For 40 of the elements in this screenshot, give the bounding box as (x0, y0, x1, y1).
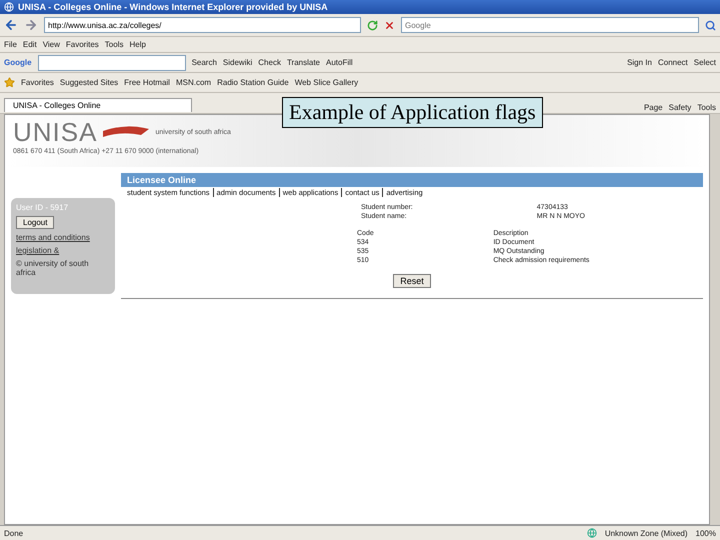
command-button[interactable]: Tools (697, 103, 716, 112)
nav-title: Licensee Online (121, 173, 703, 187)
favorites-link[interactable]: MSN.com (176, 78, 212, 87)
toolbar-button[interactable]: Translate (286, 58, 320, 67)
favorites-link[interactable]: Suggested Sites (60, 78, 118, 87)
toolbar-button[interactable]: Search (192, 58, 217, 67)
menu-item[interactable]: Favorites (66, 40, 99, 49)
zoom-level[interactable]: 100% (696, 528, 716, 538)
menu-item[interactable]: View (42, 40, 60, 49)
toolbar-button[interactable]: Sidewiki (222, 58, 252, 67)
toolbar-button[interactable]: Check (258, 58, 281, 67)
search-field[interactable]: Google (401, 17, 699, 33)
user-id: User ID - 5917 (16, 203, 70, 212)
zone-text: Unknown Zone (Mixed) (604, 528, 688, 538)
status-text: Done (4, 528, 24, 538)
address-field[interactable]: http://www.unisa.ac.za/colleges/ (44, 17, 361, 33)
menu-item[interactable]: Edit (22, 40, 37, 49)
toolbar-button[interactable]: Select (694, 58, 716, 67)
window-title: UNISA - Colleges Online - Windows Internet Explorer provided by UNISA (18, 2, 328, 12)
sidebar-link[interactable]: terms and conditions (16, 233, 110, 242)
toolbar-button[interactable]: Sign In (627, 58, 652, 67)
copyright-text: © university of south africa (16, 259, 90, 277)
favorites-link[interactable]: Free Hotmail (124, 78, 170, 87)
favorites-link[interactable]: Favorites (21, 78, 54, 87)
reset-button[interactable]: Reset (393, 274, 431, 288)
browser-tab[interactable]: UNISA - Colleges Online (4, 98, 192, 112)
logout-button[interactable]: Logout (16, 216, 54, 229)
menu-item[interactable]: Tools (104, 40, 124, 49)
logo-text: UNISA (13, 117, 98, 148)
menu-item[interactable]: Help (129, 40, 146, 49)
toolbar-button[interactable]: Connect (658, 58, 688, 67)
callout-label: Example of Application flags (282, 97, 543, 128)
sidebar-link[interactable]: legislation & (16, 246, 110, 255)
toolbar-button[interactable]: AutoFill (326, 58, 353, 67)
command-button[interactable]: Safety (668, 103, 692, 112)
menu-item[interactable]: File (4, 40, 17, 49)
google-label: Google (4, 58, 32, 67)
favorites-link[interactable]: Radio Station Guide (217, 78, 289, 87)
command-button[interactable]: Page (644, 103, 663, 112)
favorites-link[interactable]: Web Slice Gallery (294, 78, 358, 87)
